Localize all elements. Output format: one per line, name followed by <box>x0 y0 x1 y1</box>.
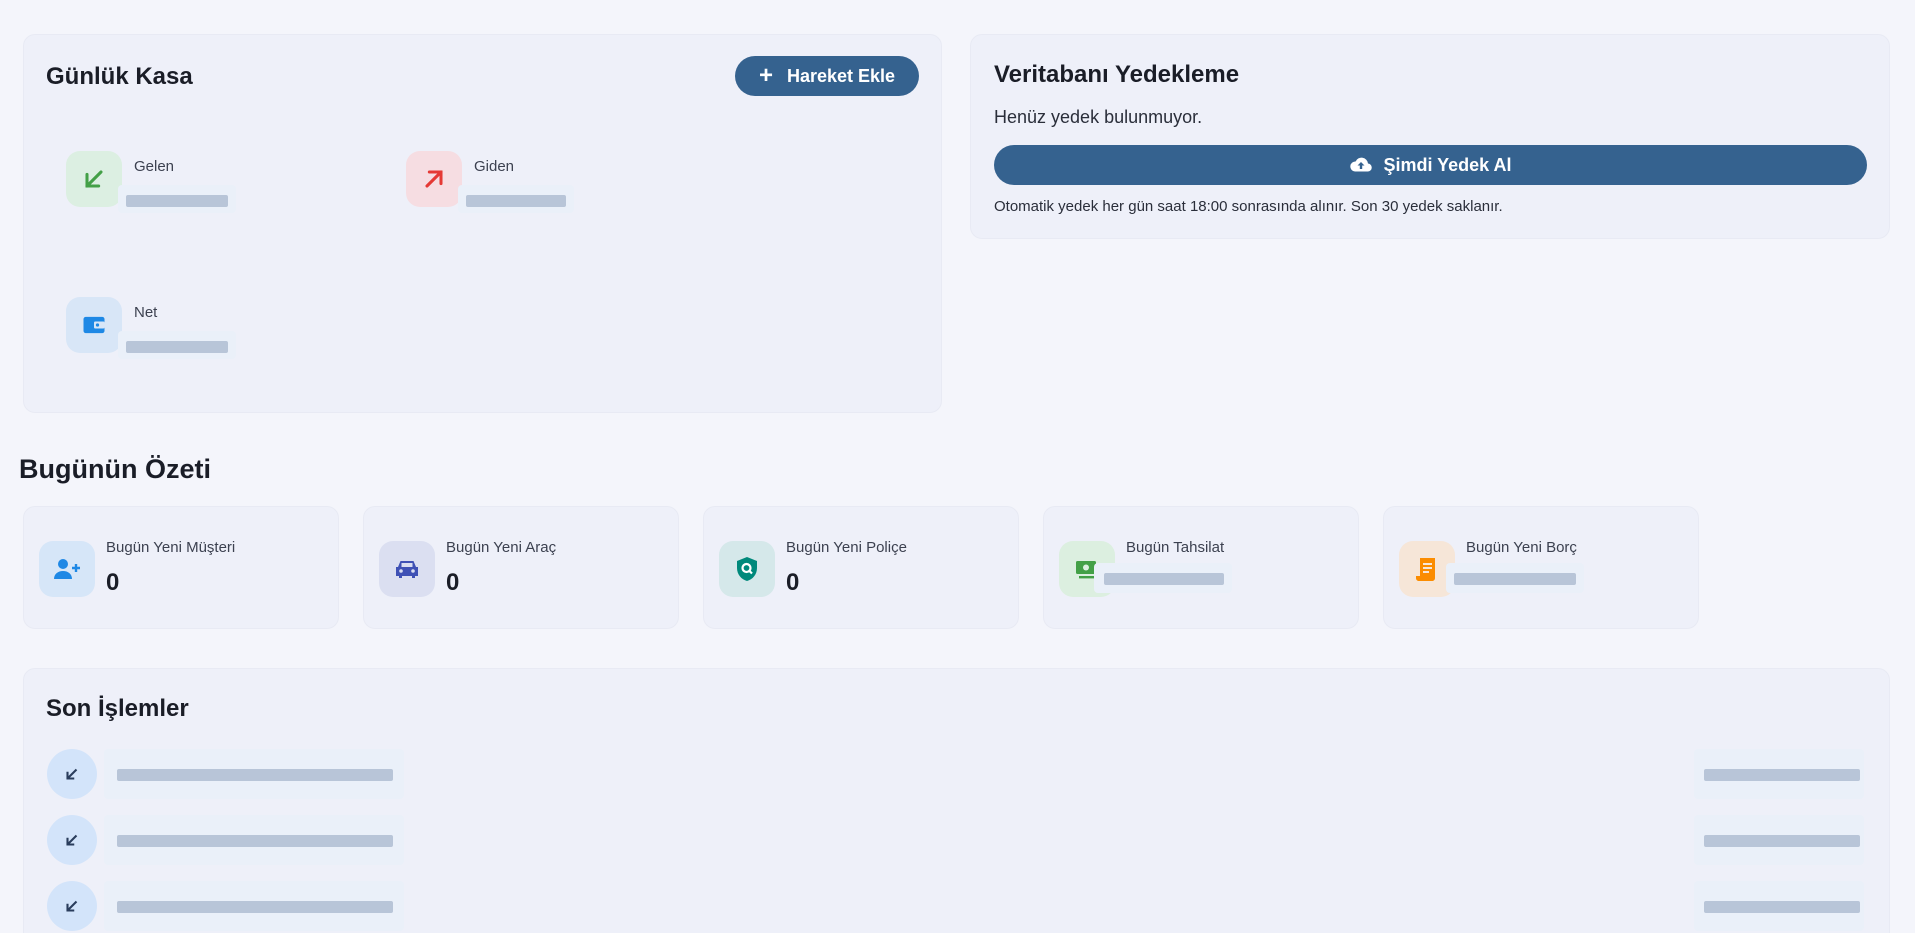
summary-card-collection: Bugün Tahsilat <box>1043 506 1359 629</box>
transaction-title-skeleton <box>104 881 404 931</box>
collection-value-skeleton <box>1094 563 1232 593</box>
recent-transactions-card: Son İşlemler <box>23 668 1890 933</box>
add-transaction-button[interactable]: + Hareket Ekle <box>735 56 919 96</box>
wallet-icon <box>66 297 122 353</box>
expense-stat: Giden <box>406 151 626 221</box>
summary-label: Bugün Yeni Poliçe <box>786 539 907 556</box>
backup-now-button[interactable]: Şimdi Yedek Al <box>994 145 1867 185</box>
recent-transactions-title: Son İşlemler <box>46 695 189 722</box>
arrow-down-left-icon <box>47 749 97 799</box>
person-add-icon <box>39 541 95 597</box>
daily-cash-card: Günlük Kasa + Hareket Ekle Gelen Giden N… <box>23 34 942 413</box>
add-transaction-label: Hareket Ekle <box>786 65 896 86</box>
arrow-up-right-icon <box>406 151 462 207</box>
backup-note: Otomatik yedek her gün saat 18:00 sonras… <box>994 198 1503 215</box>
income-value-skeleton <box>118 185 236 213</box>
transaction-row[interactable] <box>24 815 1891 867</box>
transaction-row[interactable] <box>24 881 1891 933</box>
net-label: Net <box>134 304 158 321</box>
summary-label: Bugün Yeni Müşteri <box>106 539 236 556</box>
transaction-title-skeleton <box>104 749 404 799</box>
debt-value-skeleton <box>1446 563 1584 593</box>
net-stat: Net <box>66 297 286 367</box>
arrow-down-left-icon <box>47 881 97 931</box>
daily-cash-title: Günlük Kasa <box>46 63 193 90</box>
summary-label: Bugün Yeni Borç <box>1466 539 1577 556</box>
arrow-down-left-icon <box>66 151 122 207</box>
database-backup-card: Veritabanı Yedekleme Henüz yedek bulunmu… <box>970 34 1890 239</box>
transaction-amount-skeleton <box>1694 815 1864 865</box>
transaction-amount-skeleton <box>1694 881 1864 931</box>
summary-card-new-vehicle: Bugün Yeni Araç 0 <box>363 506 679 629</box>
summary-card-new-customer: Bugün Yeni Müşteri 0 <box>23 506 339 629</box>
summary-label: Bugün Tahsilat <box>1126 539 1225 556</box>
summary-label: Bugün Yeni Araç <box>446 539 557 556</box>
summary-value: 0 <box>786 569 800 596</box>
summary-value: 0 <box>106 569 120 596</box>
plus-icon: + <box>758 62 773 89</box>
transaction-row[interactable] <box>24 749 1891 801</box>
summary-card-new-policy: Bugün Yeni Poliçe 0 <box>703 506 1019 629</box>
income-stat: Gelen <box>66 151 286 221</box>
transaction-amount-skeleton <box>1694 749 1864 799</box>
expense-value-skeleton <box>458 185 574 213</box>
summary-value: 0 <box>446 569 460 596</box>
backup-status: Henüz yedek bulunmuyor. <box>994 107 1203 127</box>
summary-card-new-debt: Bugün Yeni Borç <box>1383 506 1699 629</box>
shield-search-icon <box>719 541 775 597</box>
backup-title: Veritabanı Yedekleme <box>994 61 1240 88</box>
transaction-title-skeleton <box>104 815 404 865</box>
cloud-upload-icon <box>1349 155 1373 175</box>
net-value-skeleton <box>118 331 236 359</box>
arrow-down-left-icon <box>47 815 97 865</box>
expense-label: Giden <box>474 158 515 175</box>
car-icon <box>379 541 435 597</box>
backup-now-label: Şimdi Yedek Al <box>1383 154 1512 175</box>
today-summary-title: Bugünün Özeti <box>19 454 211 484</box>
income-label: Gelen <box>134 158 175 175</box>
